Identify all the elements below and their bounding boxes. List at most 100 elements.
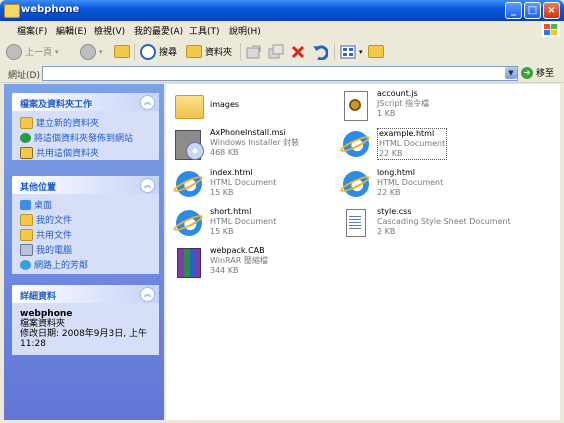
menu-view[interactable]: 檢視(V): [94, 24, 125, 37]
forward-arrow-icon: [80, 43, 96, 60]
undo-icon: [313, 44, 328, 60]
views-icon: [340, 45, 356, 58]
collapse-chevron-icon[interactable]: ︽: [140, 287, 155, 302]
explorer-window: webphone _ □ × 檔案(F) 編輯(E) 檢視(V) 我的最愛(A)…: [0, 0, 564, 423]
task-pane: 檔案及資料夾工作 ︽ 建立新的資料夾 將這個資料夾發佈到網站 共用這個資料夾 其…: [4, 84, 164, 420]
menu-tools[interactable]: 工具(T): [189, 24, 220, 37]
delete-x-icon: [291, 45, 305, 58]
link-label: 我的電腦: [36, 246, 73, 256]
panel-title: 詳細資料: [20, 292, 57, 302]
search-button[interactable]: 搜尋: [140, 41, 177, 62]
forward-button[interactable]: ▾: [80, 41, 103, 62]
file-size: 15 KB: [210, 227, 234, 236]
link-label: 共用這個資料夾: [36, 149, 100, 159]
toolbar-separator: [334, 43, 335, 60]
other-places-panel: 其他位置 ︽ 桌面 我的文件 共用文件 我的電腦 網路上的芳鄰: [12, 176, 159, 274]
maximize-button[interactable]: □: [524, 2, 541, 19]
window-title: webphone: [21, 4, 80, 15]
file-type: HTML Document: [377, 178, 444, 187]
menu-help[interactable]: 說明(H): [229, 24, 261, 37]
share-folder-icon: [20, 146, 33, 159]
file-name: AxPhoneInstall.msi: [210, 128, 286, 137]
menu-file[interactable]: 檔案(F): [17, 24, 47, 37]
file-name: short.html: [210, 207, 252, 216]
link-label: 建立新的資料夾: [36, 119, 100, 129]
delete-button[interactable]: [290, 41, 306, 62]
up-folder-icon: [114, 45, 130, 58]
network-places-link[interactable]: 網路上的芳鄰: [12, 257, 159, 272]
panel-title: 其他位置: [20, 183, 57, 193]
collapse-chevron-icon[interactable]: ︽: [140, 178, 155, 193]
my-documents-link[interactable]: 我的文件: [12, 212, 159, 227]
details-type: 檔案資料夾: [20, 319, 66, 329]
details-panel: 詳細資料 ︽ webphone 檔案資料夾 修改日期: 2008年9月3日, 上…: [12, 285, 159, 355]
file-item-long-html[interactable]: long.html HTML Document 22 KB: [338, 168, 444, 200]
menu-edit[interactable]: 編輯(E): [56, 24, 87, 37]
file-item-images[interactable]: images: [172, 89, 239, 121]
my-computer-icon: [20, 243, 33, 256]
file-type: Windows Installer 封裝: [210, 138, 300, 147]
file-size: 344 KB: [210, 266, 239, 275]
file-name: webpack.CAB: [210, 246, 265, 255]
file-type: WinRAR 壓縮檔: [210, 256, 268, 265]
panel-header[interactable]: 檔案及資料夾工作 ︽: [12, 93, 159, 111]
shared-documents-icon: [20, 228, 33, 241]
menu-bar: 檔案(F) 編輯(E) 檢視(V) 我的最愛(A) 工具(T) 說明(H): [0, 21, 564, 39]
details-modified-time: 11:28: [20, 339, 46, 349]
link-label: 將這個資料夾發佈到網站: [34, 134, 134, 144]
folder-options-button[interactable]: [368, 41, 384, 62]
back-button[interactable]: 上一頁 ▾: [6, 41, 59, 62]
menu-favorites[interactable]: 我的最愛(A): [134, 24, 183, 37]
up-folder-button[interactable]: [114, 41, 130, 62]
link-label: 網路上的芳鄰: [34, 261, 89, 271]
network-places-icon: [20, 259, 31, 270]
details-modified: 修改日期: 2008年9月3日, 上午: [20, 329, 147, 339]
copy-to-icon: [268, 44, 284, 58]
file-item-axphoneinstall-msi[interactable]: AxPhoneInstall.msi Windows Installer 封裝 …: [172, 128, 299, 160]
file-item-account-js[interactable]: account.js JScript 指令檔 1 KB: [339, 89, 429, 121]
chevron-down-icon: ▾: [55, 47, 59, 56]
file-list-view[interactable]: images account.js JScript 指令檔 1 KB AxPho…: [166, 84, 560, 420]
new-folder-link[interactable]: 建立新的資料夾: [12, 115, 159, 130]
file-item-index-html[interactable]: index.html HTML Document 15 KB: [171, 168, 276, 200]
file-size: 1 KB: [377, 109, 396, 118]
panel-header[interactable]: 其他位置 ︽: [12, 176, 159, 194]
folders-button[interactable]: 資料夾: [186, 41, 232, 62]
publish-web-icon: [20, 132, 31, 143]
desktop-icon: [20, 199, 31, 210]
title-bar[interactable]: webphone _ □ ×: [0, 0, 564, 21]
details-body: webphone 檔案資料夾 修改日期: 2008年9月3日, 上午 11:28: [12, 303, 159, 355]
folder-options-icon: [368, 45, 384, 58]
search-icon: [140, 43, 156, 60]
undo-button[interactable]: [312, 41, 328, 62]
file-size: 22 KB: [379, 149, 403, 158]
link-label: 桌面: [34, 201, 53, 211]
file-item-example-html[interactable]: example.html HTML Document 22 KB: [338, 128, 448, 160]
file-folder-tasks-panel: 檔案及資料夾工作 ︽ 建立新的資料夾 將這個資料夾發佈到網站 共用這個資料夾: [12, 93, 159, 160]
go-button[interactable]: ➜ 移至: [521, 66, 554, 79]
publish-to-web-link[interactable]: 將這個資料夾發佈到網站: [12, 130, 159, 145]
collapse-chevron-icon[interactable]: ︽: [140, 95, 155, 110]
file-item-short-html[interactable]: short.html HTML Document 15 KB: [171, 207, 276, 239]
toolbar-separator: [134, 43, 135, 60]
installer-disc-icon: [186, 142, 204, 160]
file-item-webpack-cab[interactable]: webpack.CAB WinRAR 壓縮檔 344 KB: [172, 246, 268, 278]
share-folder-link[interactable]: 共用這個資料夾: [12, 145, 159, 160]
address-dropdown-button[interactable]: ▼: [505, 67, 517, 79]
address-input[interactable]: [42, 66, 518, 81]
address-bar: 網址(D) ▼ ➜ 移至: [0, 65, 564, 83]
copy-to-button[interactable]: [268, 41, 284, 62]
back-arrow-icon: [6, 43, 22, 60]
my-computer-link[interactable]: 我的電腦: [12, 242, 159, 257]
views-button[interactable]: ▾: [340, 41, 363, 62]
desktop-link[interactable]: 桌面: [12, 197, 159, 212]
move-to-button[interactable]: [246, 41, 262, 62]
jscript-file-icon: [344, 91, 368, 121]
shared-documents-link[interactable]: 共用文件: [12, 227, 159, 242]
close-button[interactable]: ×: [543, 2, 560, 19]
details-name: webphone: [20, 309, 73, 319]
address-label: 網址(D): [8, 71, 40, 81]
panel-header[interactable]: 詳細資料 ︽: [12, 285, 159, 303]
minimize-button[interactable]: _: [505, 2, 522, 19]
file-item-style-css[interactable]: style.css Cascading Style Sheet Document…: [339, 207, 511, 239]
